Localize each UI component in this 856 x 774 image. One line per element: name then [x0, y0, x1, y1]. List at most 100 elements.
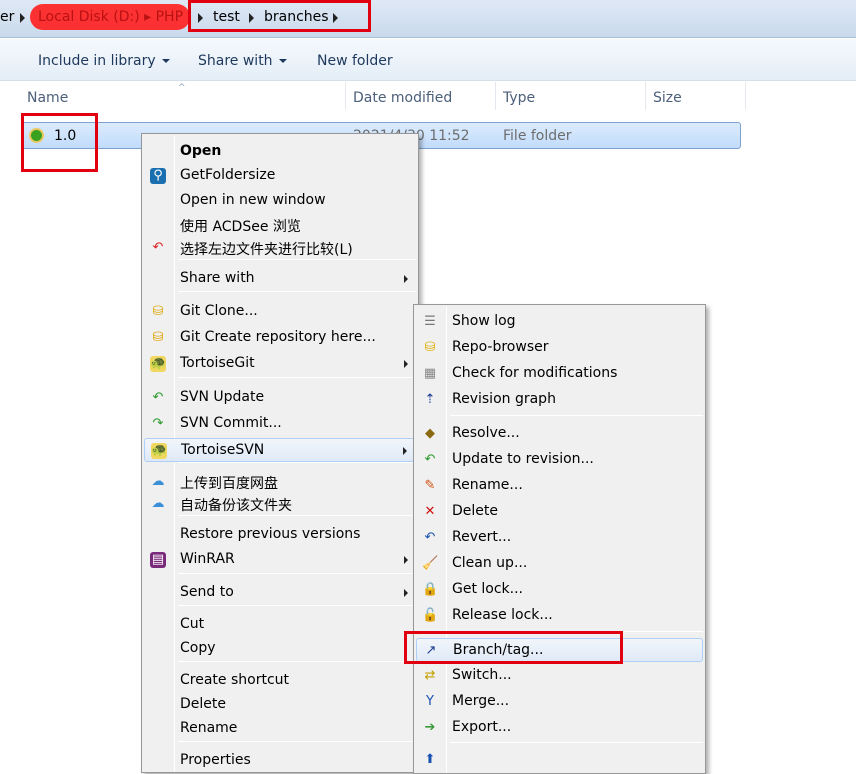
resolve-icon: ◆: [425, 426, 435, 441]
redacted-breadcrumb: Local Disk (D:) ▸ PHP: [30, 4, 190, 30]
chevron-down-icon: [161, 59, 170, 63]
menu-separator: [178, 259, 416, 260]
context-menu-item-send-to[interactable]: Send to: [144, 581, 416, 605]
menu-item-label: SVN Commit...: [180, 415, 282, 431]
svn-menu-item-release-lock[interactable]: 🔓 Release lock...: [416, 604, 703, 628]
menu-item-label: Get lock...: [452, 581, 524, 597]
lock-icon: 🔒: [422, 582, 439, 597]
sort-up-icon: ^: [178, 83, 186, 93]
menu-item-label: Git Create repository here...: [180, 329, 376, 345]
column-type[interactable]: Type: [503, 90, 535, 106]
context-menu-item-winrar[interactable]: ▤ WinRAR: [144, 548, 416, 572]
svn-menu-item-repo-browser[interactable]: ⛁ Repo-browser: [416, 336, 703, 360]
column-divider[interactable]: [745, 82, 746, 110]
git-create-icon: ⛁: [152, 330, 164, 345]
svn-menu-item-check-for-modifications[interactable]: ▦ Check for modifications: [416, 362, 703, 386]
menu-item-label: Clean up...: [452, 555, 528, 571]
svn-commit-icon: ↷: [152, 416, 164, 431]
context-menu-item-l[interactable]: ↶ 选择左边文件夹进行比较(L): [144, 236, 416, 260]
winrar-icon: ▤: [150, 552, 166, 568]
context-menu-item-restore-previous-versions[interactable]: Restore previous versions: [144, 523, 416, 547]
menu-item-label: Delete: [180, 696, 226, 712]
column-date-modified[interactable]: Date modified: [353, 90, 452, 106]
menu-item-label: Export...: [452, 719, 512, 735]
menu-item-label: Merge...: [452, 693, 510, 709]
menu-item-label: TortoiseSVN: [181, 442, 265, 458]
git-clone-icon: ⛁: [152, 304, 164, 319]
menu-separator: [178, 573, 416, 574]
menu-item-label: Release lock...: [452, 607, 553, 623]
switch-icon: ⇄: [424, 668, 436, 683]
context-menu-item-getfoldersize[interactable]: ⚲ GetFoldersize: [144, 164, 416, 188]
column-divider[interactable]: [345, 82, 346, 110]
context-menu-item-open-in-new-window[interactable]: Open in new window: [144, 189, 416, 213]
context-menu-item-rename[interactable]: Rename: [144, 717, 416, 741]
share-with-button[interactable]: Share with: [198, 53, 287, 69]
svn-menu-item-revert[interactable]: ↶ Revert...: [416, 526, 703, 550]
toolbar: Include in library Share with New folder: [0, 39, 856, 81]
tortoisegit-icon: 🐢: [150, 356, 167, 372]
svn-menu-item-partial[interactable]: ⬆: [416, 748, 703, 772]
highlight-box-breadcrumb: [188, 0, 371, 32]
menu-separator: [178, 291, 416, 292]
svn-menu-item-show-log[interactable]: ☰ Show log: [416, 310, 703, 334]
delete-icon: ✕: [424, 504, 436, 519]
context-menu-item-git-clone[interactable]: ⛁ Git Clone...: [144, 300, 416, 324]
column-divider[interactable]: [645, 82, 646, 110]
compare-arrow-icon: ↶: [152, 240, 164, 255]
context-menu-item-create-shortcut[interactable]: Create shortcut: [144, 669, 416, 693]
tortoisesvn-submenu: ☰ Show log ⛁ Repo-browser ▦ Check for modific…: [413, 304, 706, 774]
submenu-arrow-icon: [404, 589, 408, 597]
svn-menu-item-resolve[interactable]: ◆ Resolve...: [416, 422, 703, 446]
context-menu-item-item-16[interactable]: ☁ 上传到百度网盘: [144, 470, 416, 494]
svn-menu-item-update-to-revision[interactable]: ↶ Update to revision...: [416, 448, 703, 472]
svn-menu-item-get-lock[interactable]: 🔒 Get lock...: [416, 578, 703, 602]
column-name[interactable]: Name: [27, 90, 68, 106]
context-menu-item-svn-update[interactable]: ↶ SVN Update: [144, 386, 416, 410]
svn-menu-item-clean-up[interactable]: 🧹 Clean up...: [416, 552, 703, 576]
magnifier-icon: ⚲: [150, 168, 166, 184]
context-menu-item-delete[interactable]: Delete: [144, 693, 416, 717]
menu-item-label: Open in new window: [180, 192, 326, 208]
menu-separator: [450, 415, 703, 416]
menu-item-label: Switch...: [452, 667, 512, 683]
menu-item-label: Share with: [180, 270, 255, 286]
include-in-library-button[interactable]: Include in library: [38, 53, 170, 69]
column-divider[interactable]: [495, 82, 496, 110]
rename-icon: ✎: [424, 478, 436, 493]
svn-menu-item-switch[interactable]: ⇄ Switch...: [416, 664, 703, 688]
svn-menu-item-delete[interactable]: ✕ Delete: [416, 500, 703, 524]
context-menu-item-tortoisegit[interactable]: 🐢 TortoiseGit: [144, 352, 416, 376]
column-size[interactable]: Size: [653, 90, 682, 106]
svn-menu-item-revision-graph[interactable]: ⇡ Revision graph: [416, 388, 703, 412]
context-menu-item-git-create-repository-here[interactable]: ⛁ Git Create repository here...: [144, 326, 416, 350]
repo-browser-icon: ⛁: [424, 340, 436, 355]
menu-item-label: TortoiseGit: [180, 355, 255, 371]
context-menu-item-item-17[interactable]: ☁ 自动备份该文件夹: [144, 492, 416, 516]
menu-item-label: SVN Update: [180, 389, 265, 405]
menu-item-label: Copy: [180, 640, 216, 656]
share-with-label: Share with: [198, 53, 273, 69]
chevron-down-icon: [278, 59, 287, 63]
highlight-box-folder: [21, 113, 98, 172]
menu-item-label: Check for modifications: [452, 365, 618, 381]
svn-menu-item-rename[interactable]: ✎ Rename...: [416, 474, 703, 498]
context-menu-item-acdsee[interactable]: 使用 ACDSee 浏览: [144, 213, 416, 237]
menu-item-label: 使用 ACDSee 浏览: [180, 219, 301, 235]
context-menu-item-share-with[interactable]: Share with: [144, 267, 416, 291]
svn-menu-item-merge[interactable]: Y Merge...: [416, 690, 703, 714]
menu-item-label: GetFoldersize: [180, 167, 276, 183]
context-menu-item-open[interactable]: Open: [144, 140, 416, 164]
menu-separator: [178, 605, 416, 606]
address-bar[interactable]: er Local Disk (D:) ▸ PHP test branches: [0, 0, 856, 38]
context-menu-item-cut[interactable]: Cut: [144, 613, 416, 637]
context-menu-item-copy[interactable]: Copy: [144, 637, 416, 661]
breadcrumb-arrow-icon[interactable]: [20, 13, 25, 23]
context-menu-item-tortoisesvn[interactable]: 🐢 TortoiseSVN: [144, 438, 416, 462]
new-folder-button[interactable]: New folder: [317, 53, 393, 69]
context-menu-item-svn-commit[interactable]: ↷ SVN Commit...: [144, 412, 416, 436]
submenu-arrow-icon: [404, 275, 408, 283]
context-menu-item-properties[interactable]: Properties: [144, 749, 416, 773]
baidu-icon: ☁: [151, 474, 165, 489]
svn-menu-item-export[interactable]: ➔ Export...: [416, 716, 703, 740]
